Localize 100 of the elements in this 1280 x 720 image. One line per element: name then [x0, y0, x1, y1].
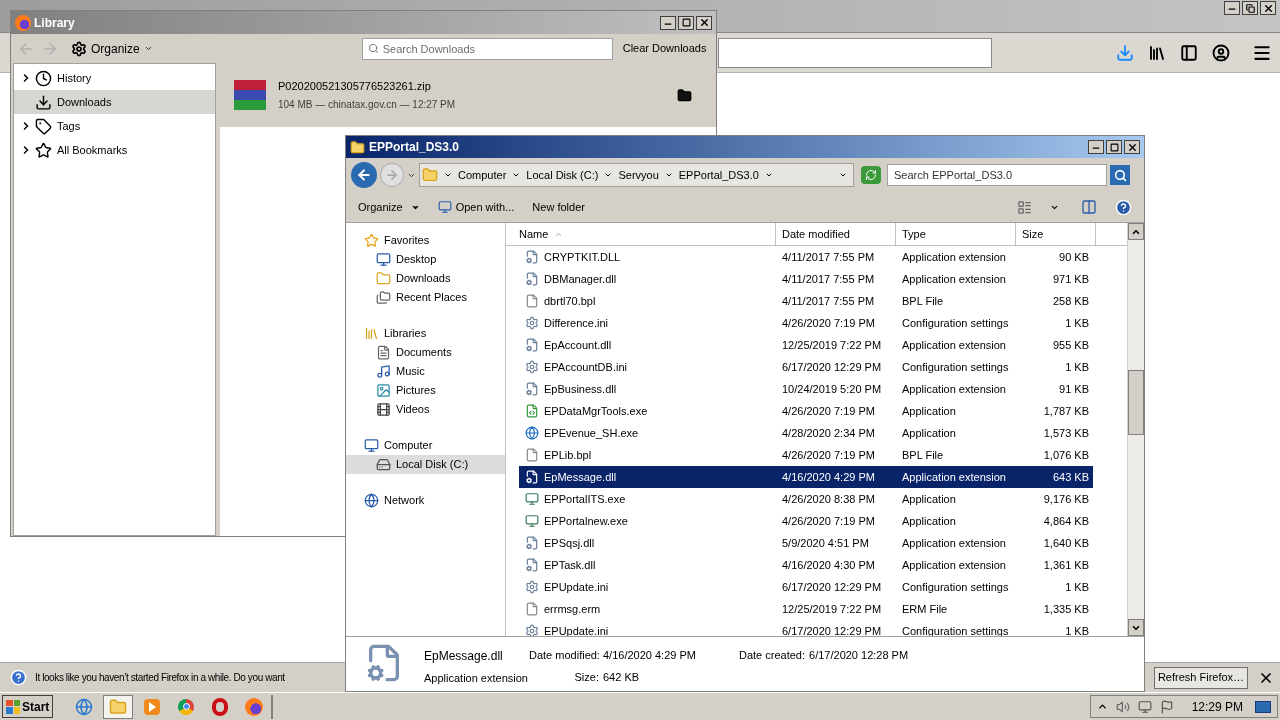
file-row[interactable]: EPTask.dll 4/16/2020 4:30 PM Application extension 1,361 KB: [519, 554, 1093, 576]
nav-item[interactable]: Downloads: [346, 269, 505, 288]
window-icon: [437, 200, 452, 214]
column-header[interactable]: Date modified: [776, 223, 896, 245]
start-button[interactable]: Start: [2, 695, 54, 718]
file-row[interactable]: Difference.ini 4/26/2020 7:19 PM Configuration settings 1 KB: [519, 312, 1093, 334]
help-icon[interactable]: [1115, 198, 1132, 216]
file-size: 4,864 KB: [1042, 513, 1090, 529]
minimize-button[interactable]: [1088, 140, 1104, 154]
sidebar-item[interactable]: Tags: [14, 114, 215, 138]
view-icon[interactable]: [1017, 199, 1032, 215]
account-icon[interactable]: [1212, 43, 1230, 62]
file-row[interactable]: dbrtl70.bpl 4/11/2017 7:55 PM BPL File 258 KB: [519, 290, 1093, 312]
back-button[interactable]: [351, 162, 377, 188]
download-item[interactable]: P020200521305776523261.zip 104 MB — chinatax.gov.cn — 12:27 PM: [220, 63, 716, 127]
organize-button[interactable]: Organize: [358, 198, 420, 216]
column-header[interactable]: Name: [506, 223, 776, 245]
clear-downloads-button[interactable]: Clear Downloads: [622, 40, 707, 57]
url-field[interactable]: [718, 37, 992, 68]
close-button[interactable]: [696, 15, 712, 30]
sidebar-item[interactable]: Downloads: [14, 90, 215, 114]
application-icon: [525, 492, 539, 506]
show-desktop-icon[interactable]: [1255, 700, 1271, 713]
file-row[interactable]: EpMessage.dll 4/16/2020 4:29 PM Application extension 643 KB: [519, 466, 1093, 488]
file-row[interactable]: EpAccount.dll 12/25/2019 7:22 PM Application extension 955 KB: [519, 334, 1093, 356]
nav-item[interactable]: Local Disk (C:): [346, 455, 505, 474]
file-row[interactable]: EPSqsj.dll 5/9/2020 4:51 PM Application extension 1,640 KB: [519, 532, 1093, 554]
minimize-button[interactable]: [1224, 1, 1240, 15]
close-button[interactable]: [1124, 140, 1140, 154]
file-row[interactable]: DBManager.dll 4/11/2017 7:55 PM Application extension 971 KB: [519, 268, 1093, 290]
nav-item[interactable]: Computer: [346, 436, 505, 455]
caret-icon[interactable]: [512, 171, 521, 179]
search-field[interactable]: Search EPPortal_DS3.0: [887, 164, 1107, 186]
nav-item[interactable]: Desktop: [346, 250, 505, 269]
nav-item[interactable]: Favorites: [346, 231, 505, 250]
network-icon[interactable]: [1137, 699, 1152, 714]
scroll-thumb[interactable]: [1128, 370, 1144, 435]
file-type: Application extension: [901, 337, 1007, 353]
breadcrumb-item[interactable]: Servyou: [618, 166, 659, 184]
breadcrumb-item[interactable]: Computer: [458, 166, 507, 184]
caret-icon[interactable]: [444, 171, 452, 179]
column-header[interactable]: Type: [896, 223, 1016, 245]
sidebar-item[interactable]: History: [14, 66, 215, 90]
new-folder-button[interactable]: New folder: [532, 198, 585, 216]
sidebar-icon[interactable]: [1180, 43, 1198, 62]
organize-button[interactable]: Organize: [71, 39, 153, 58]
caret-icon[interactable]: [664, 171, 673, 179]
restore-button[interactable]: [1242, 1, 1258, 15]
show-hidden-icons-icon[interactable]: [1096, 701, 1108, 712]
taskbar-app-button[interactable]: [103, 694, 134, 719]
folder-icon[interactable]: [677, 87, 692, 103]
clock[interactable]: 12:29 PM: [1191, 697, 1243, 716]
file-row[interactable]: EPUpdate.ini 6/17/2020 12:29 PM Configuration settings 1 KB: [519, 576, 1093, 598]
nav-item[interactable]: Videos: [346, 400, 505, 419]
search-field[interactable]: Search Downloads: [361, 37, 613, 60]
sidebar-item[interactable]: All Bookmarks: [14, 138, 215, 162]
maximize-button[interactable]: [678, 15, 694, 30]
nav-item[interactable]: Network: [346, 491, 505, 510]
column-header[interactable]: Size: [1016, 223, 1096, 245]
file-row[interactable]: EPEvenue_SH.exe 4/28/2020 2:34 PM Application 1,573 KB: [519, 422, 1093, 444]
nav-item[interactable]: Pictures: [346, 381, 505, 400]
search-icon: [1113, 168, 1127, 182]
play-icon: [144, 698, 161, 715]
opera-icon: [212, 697, 229, 716]
file-row[interactable]: EPAccountDB.ini 6/17/2020 12:29 PM Configuration settings 1 KB: [519, 356, 1093, 378]
preview-pane-icon[interactable]: [1081, 199, 1097, 215]
close-button[interactable]: [1260, 1, 1276, 15]
file-size: 91 KB: [1058, 381, 1090, 397]
nav-item[interactable]: Libraries: [346, 324, 505, 343]
file-row[interactable]: EPLib.bpl 4/26/2020 7:19 PM BPL File 1,076 KB: [519, 444, 1093, 466]
caret-icon[interactable]: [839, 171, 847, 179]
nav-item[interactable]: Documents: [346, 343, 505, 362]
scroll-up-button[interactable]: [1128, 223, 1144, 240]
file-row[interactable]: CRYPTKIT.DLL 4/11/2017 7:55 PM Application extension 90 KB: [519, 246, 1093, 268]
file-size: 1,335 KB: [1042, 601, 1090, 617]
breadcrumb-item[interactable]: Local Disk (C:): [526, 166, 599, 184]
speaker-icon[interactable]: [1115, 699, 1130, 714]
scrollbar[interactable]: [1127, 223, 1144, 636]
library-icon[interactable]: [1148, 43, 1166, 62]
caret-icon[interactable]: [764, 171, 773, 179]
file-row[interactable]: EpBusiness.dll 10/24/2019 5:20 PM Application extension 91 KB: [519, 378, 1093, 400]
file-name: errmsg.erm: [544, 601, 601, 617]
caret-icon[interactable]: [604, 171, 613, 179]
file-row[interactable]: errmsg.erm 12/25/2019 7:22 PM ERM File 1,335 KB: [519, 598, 1093, 620]
refresh-firefox-button[interactable]: Refresh Firefox…: [1154, 666, 1248, 689]
file-row[interactable]: EPDataMgrTools.exe 4/26/2020 7:19 PM Application 1,787 KB: [519, 400, 1093, 422]
file-row[interactable]: EPPortalITS.exe 4/26/2020 8:38 PM Application 9,176 KB: [519, 488, 1093, 510]
address-bar[interactable]: Computer Local Disk (C:) Servyou EPPortal_DS3.0: [419, 163, 854, 187]
open-with-button[interactable]: Open with...: [437, 198, 515, 216]
breadcrumb-item[interactable]: EPPortal_DS3.0: [678, 166, 759, 184]
restore-icon: [1245, 3, 1255, 13]
search-button[interactable]: [1110, 165, 1130, 185]
refresh-button[interactable]: [861, 166, 881, 184]
file-row[interactable]: EPPortalnew.exe 4/26/2020 7:19 PM Application 4,864 KB: [519, 510, 1093, 532]
nav-item[interactable]: Music: [346, 362, 505, 381]
flag-icon[interactable]: [1159, 699, 1174, 714]
minimize-button[interactable]: [660, 15, 676, 30]
scroll-down-button[interactable]: [1128, 619, 1144, 636]
maximize-button[interactable]: [1106, 140, 1122, 154]
nav-item[interactable]: Recent Places: [346, 288, 505, 307]
